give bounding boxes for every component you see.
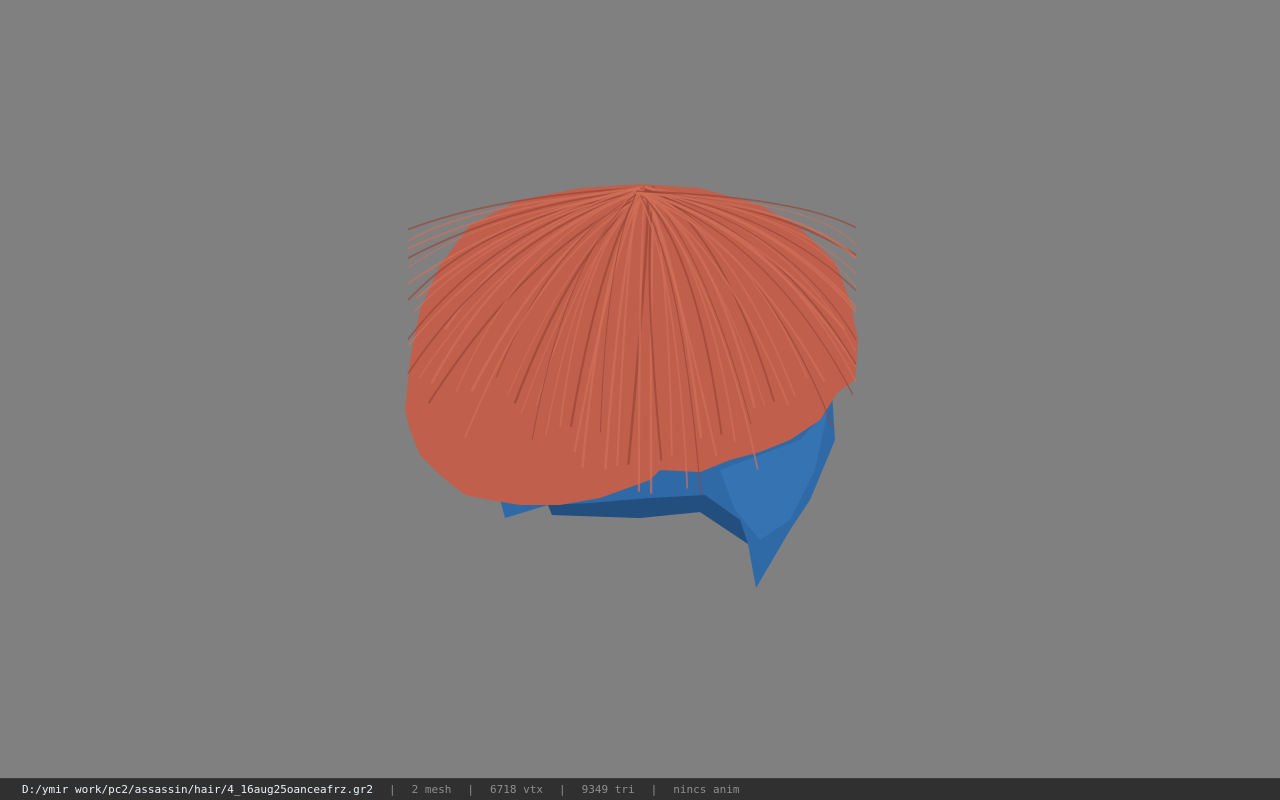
status-separator: |: [467, 783, 474, 796]
vertex-count-label: 6718 vtx: [490, 783, 543, 796]
mesh-count-label: 2 mesh: [411, 783, 452, 796]
status-separator: |: [650, 783, 658, 796]
animation-status-label: nincs anim: [673, 783, 740, 796]
status-separator: |: [389, 783, 396, 796]
3d-viewport[interactable]: [0, 0, 1280, 778]
file-path-label: D:/ymir work/pc2/assassin/hair/4_16aug25…: [22, 783, 373, 796]
triangle-count-label: 9349 tri: [581, 783, 635, 796]
status-separator: |: [558, 783, 566, 796]
status-bar: D:/ymir work/pc2/assassin/hair/4_16aug25…: [0, 778, 1280, 800]
hair-model-render: [405, 184, 858, 588]
